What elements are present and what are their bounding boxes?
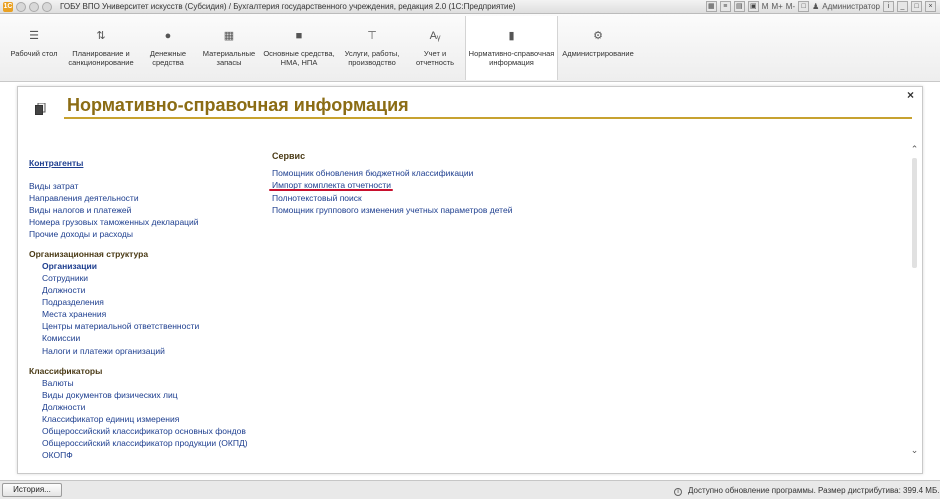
memory-m[interactable]: M [762,2,769,11]
tool-reference-info[interactable]: ▮ Нормативно-справочная информация [465,16,558,80]
link-organizations[interactable]: Организации [42,261,97,271]
tool-administration[interactable]: ⚙ Администрирование [562,16,634,80]
update-status-text[interactable]: Доступно обновление программы. Размер ди… [688,486,939,495]
red-highlight-underline [269,189,393,191]
link-positions-classifier[interactable]: Должности [42,402,85,412]
service-header: Сервис [272,151,306,161]
link-okof[interactable]: Общероссийский классификатор основных фо… [42,426,246,436]
page-title: Нормативно-справочная информация [67,95,409,115]
tool-label: Планирование и санкционирование [68,49,134,67]
scroll-up-icon[interactable]: ⌃ [910,145,919,154]
memory-m-plus[interactable]: M+ [771,2,782,11]
tools-icon: ⊤ [367,30,377,42]
calendar-icon[interactable]: ▤ [733,1,745,12]
planning-icon: ⇅ [96,30,106,42]
link-activity-directions[interactable]: Направления деятельности [29,193,139,203]
tool-planning[interactable]: ⇅ Планирование и санкционирование [66,16,136,80]
sections-toolbar: ☰ Рабочий стол ⇅ Планирование и санкцион… [0,14,940,82]
print-icon[interactable]: ▣ [747,1,759,12]
memory-m-minus[interactable]: M- [786,2,795,11]
link-positions[interactable]: Должности [42,285,85,295]
tool-materials[interactable]: ▦ Материальные запасы [200,16,258,80]
accounting-icon: Aᵧ [429,30,441,42]
history-button[interactable]: История... [2,483,62,497]
menu-icon: ☰ [29,30,39,42]
gear-icon: ⚙ [593,30,603,42]
scroll-down-icon[interactable]: ⌄ [910,446,919,455]
tool-label: Администрирование [562,49,634,58]
link-id-document-types[interactable]: Виды документов физических лиц [42,390,178,400]
link-employees[interactable]: Сотрудники [42,273,88,283]
reference-page-icon [35,103,46,115]
link-other-income[interactable]: Прочие доходы и расходы [29,229,133,239]
link-commissions[interactable]: Комиссии [42,333,80,343]
link-tax-types[interactable]: Виды налогов и платежей [29,205,131,215]
grid-icon[interactable]: ▦ [705,1,717,12]
vertical-scrollbar[interactable]: ⌃ ⌄ [910,145,919,455]
tool-label: Основные средства, НМА, НПА [263,49,335,67]
close-window-icon[interactable]: × [925,1,936,12]
user-name[interactable]: Администратор [822,2,880,11]
info-button-icon[interactable]: i [883,1,894,12]
tool-label: Материальные запасы [202,49,256,67]
tool-desktop[interactable]: ☰ Рабочий стол [10,16,58,80]
tool-label: Учет и отчетность [415,49,455,67]
link-okpd[interactable]: Общероссийский классификатор продукции (… [42,438,248,448]
tool-money[interactable]: ● Денежные средства [142,16,194,80]
materials-icon: ▦ [223,30,235,42]
home-circle-icon[interactable] [42,1,52,12]
link-children-params-helper[interactable]: Помощник группового изменения учетных па… [272,205,512,215]
minimize-icon[interactable]: _ [897,1,908,12]
link-responsibility-centers[interactable]: Центры материальной ответственности [42,321,199,331]
counterparties-link[interactable]: Контрагенты [29,158,83,168]
calc-icon[interactable]: ≡ [719,1,731,12]
link-units-classifier[interactable]: Классификатор единиц измерения [42,414,179,424]
link-departments[interactable]: Подразделения [42,297,104,307]
scroll-thumb[interactable] [912,158,917,268]
window-title: ГОБУ ВПО Университет искусств (Субсидия)… [60,2,516,11]
status-bar: История... i Доступно обновление программ… [0,480,940,499]
tool-fixed-assets[interactable]: ■ Основные средства, НМА, НПА [262,16,336,80]
link-currencies[interactable]: Валюты [42,378,74,388]
titlebar-controls: ▦ ≡ ▤ ▣ M M+ M- □ ♟ Администратор i _ □ … [705,1,936,12]
link-budget-classification-helper[interactable]: Помощник обновления бюджетной классифика… [272,168,473,178]
link-customs-declarations[interactable]: Номера грузовых таможенных деклараций [29,217,199,227]
org-structure-header: Организационная структура [29,249,149,259]
title-divider [64,117,912,119]
close-icon[interactable]: × [907,88,914,102]
window-titlebar: 1C ГОБУ ВПО Университет искусств (Субсид… [0,0,940,14]
user-icon: ♟ [812,2,820,11]
truck-icon: ■ [295,30,303,42]
tool-label: Рабочий стол [10,49,58,58]
tool-label: Услуги, работы, производство [344,49,400,67]
window-icon[interactable]: □ [798,1,810,12]
link-storage-places[interactable]: Места хранения [42,309,106,319]
tool-services[interactable]: ⊤ Услуги, работы, производство [340,16,404,80]
link-expense-types[interactable]: Виды затрат [29,181,78,191]
tool-label: Денежные средства [149,49,187,67]
link-okopf[interactable]: ОКОПФ [42,450,73,460]
reference-info-panel: Нормативно-справочная информация × Контр… [17,86,923,474]
money-icon: ● [164,30,172,42]
update-status[interactable]: i Доступно обновление программы. Размер д… [674,486,939,496]
reference-icon: ▮ [508,30,515,42]
back-circle-icon[interactable] [16,1,26,12]
app-logo-icon[interactable]: 1C [3,1,13,12]
info-icon: i [674,488,682,496]
link-fulltext-search[interactable]: Полнотекстовый поиск [272,193,362,203]
maximize-icon[interactable]: □ [911,1,922,12]
classifiers-header: Классификаторы [29,366,103,376]
tool-accounting[interactable]: Aᵧ Учет и отчетность [410,16,460,80]
tool-label: Нормативно-справочная информация [468,49,555,67]
forward-circle-icon[interactable] [29,1,39,12]
link-org-taxes[interactable]: Налоги и платежи организаций [42,346,165,356]
